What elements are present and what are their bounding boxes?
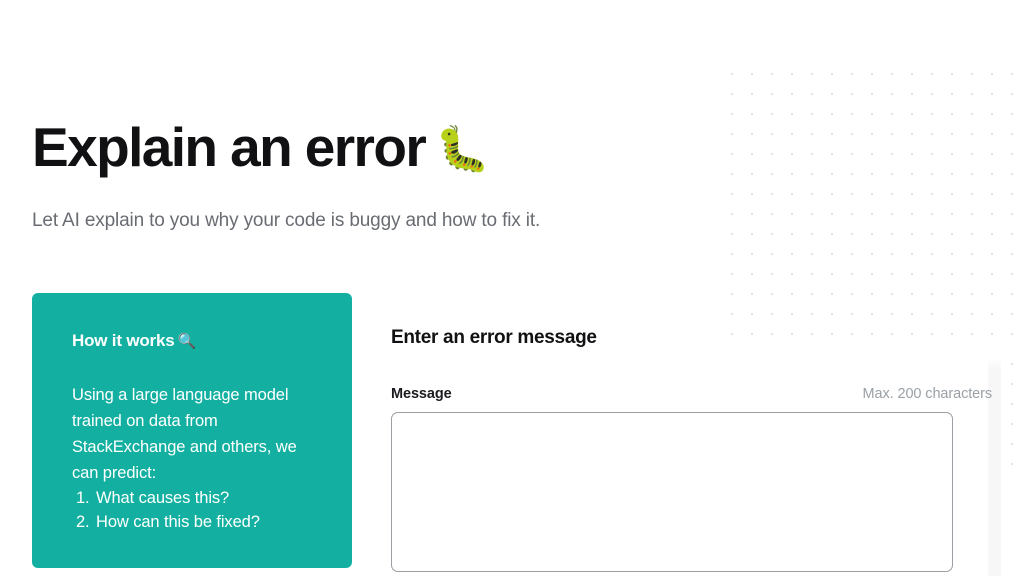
how-it-works-card: How it works 🔍 Using a large language mod… xyxy=(32,292,352,569)
character-limit-hint: Max. 200 characters xyxy=(862,385,993,402)
page-subtitle: Let AI explain to you why your code is b… xyxy=(32,210,541,232)
how-it-works-title-text: How it works xyxy=(72,330,175,350)
message-input[interactable] xyxy=(391,411,953,572)
how-it-works-body: Using a large language model trained on … xyxy=(72,386,297,482)
how-it-works-title: How it works 🔍 xyxy=(72,331,326,351)
how-it-works-list: What causes this? How can this be fixed? xyxy=(72,486,326,534)
message-label: Message xyxy=(391,385,452,402)
form-heading: Enter an error message xyxy=(391,326,597,348)
content-section: How it works 🔍 Using a large language mod… xyxy=(32,292,992,572)
message-field-row: Message Max. 200 characters xyxy=(391,386,992,402)
magnifying-glass-icon: 🔍 xyxy=(177,332,196,350)
list-item: How can this be fixed? xyxy=(94,510,326,534)
caterpillar-emoji: 🐛 xyxy=(435,125,490,174)
hero-section: Explain an error 🐛 Let AI explain to you … xyxy=(32,0,992,235)
page-container: Explain an error 🐛 Let AI explain to you … xyxy=(0,0,1024,572)
page-title-text: Explain an error xyxy=(32,116,427,178)
list-item: What causes this? xyxy=(94,486,326,510)
error-message-form: Enter an error message Message Max. 200 … xyxy=(352,293,992,572)
page-title: Explain an error 🐛 xyxy=(32,116,992,178)
